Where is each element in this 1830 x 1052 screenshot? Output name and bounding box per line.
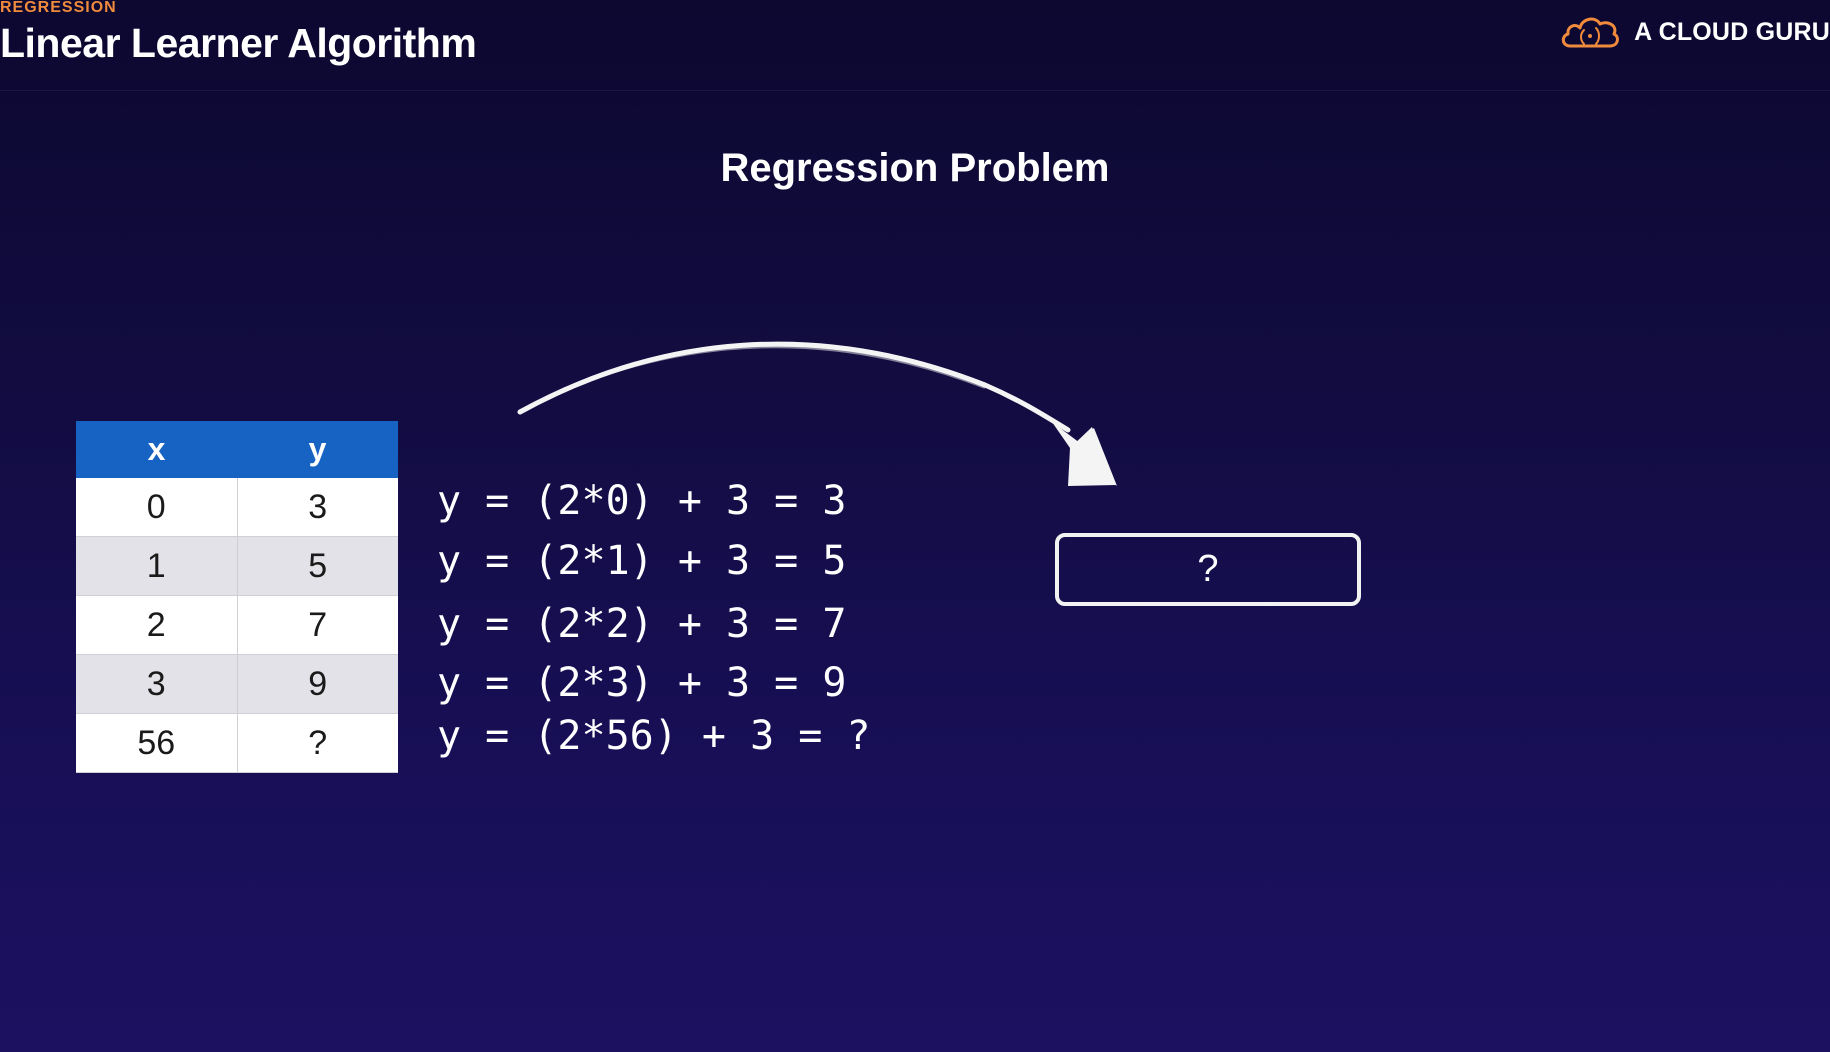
equation: y = (2*56) + 3 = ? xyxy=(437,713,871,759)
table-cell-x: 56 xyxy=(76,713,237,773)
answer-text: ? xyxy=(1197,548,1219,590)
table-row: 3 9 xyxy=(76,654,398,714)
table-cell-x: 3 xyxy=(76,654,237,714)
equation: y = (2*2) + 3 = 7 xyxy=(437,601,847,647)
table-cell-x: 0 xyxy=(76,478,237,537)
table-cell-x: 1 xyxy=(76,536,237,596)
slide-header: REGRESSION Linear Learner Algorithm A CL… xyxy=(0,0,1830,91)
data-table: x y 0 3 1 5 2 7 3 9 56 ? xyxy=(76,421,398,773)
problem-title: Regression Problem xyxy=(720,146,1110,190)
equation: y = (2*1) + 3 = 5 xyxy=(437,538,847,584)
brand: A CLOUD GURU xyxy=(1558,12,1830,52)
brand-name: A CLOUD GURU xyxy=(1634,17,1830,46)
table-row: 0 3 xyxy=(76,478,398,537)
table-row: 56 ? xyxy=(76,713,398,773)
equation: y = (2*3) + 3 = 9 xyxy=(437,660,847,706)
slide-title: Linear Learner Algorithm xyxy=(0,20,477,66)
section-label: REGRESSION xyxy=(0,0,117,16)
column-header-y: y xyxy=(237,421,398,478)
table-cell-y: 3 xyxy=(236,478,398,537)
table-cell-x: 2 xyxy=(76,595,237,655)
table-cell-y: ? xyxy=(236,713,398,773)
table-cell-y: 7 xyxy=(236,595,398,655)
table-row: 2 7 xyxy=(76,595,398,655)
answer-box: ? xyxy=(1055,533,1361,606)
cloud-logo-icon xyxy=(1561,17,1620,48)
table-cell-y: 9 xyxy=(236,654,398,714)
table-row: 1 5 xyxy=(76,536,398,596)
table-cell-y: 5 xyxy=(236,536,398,596)
column-header-x: x xyxy=(76,421,237,478)
table-header-row: x y xyxy=(76,421,398,478)
curved-arrow-icon xyxy=(517,341,1117,486)
